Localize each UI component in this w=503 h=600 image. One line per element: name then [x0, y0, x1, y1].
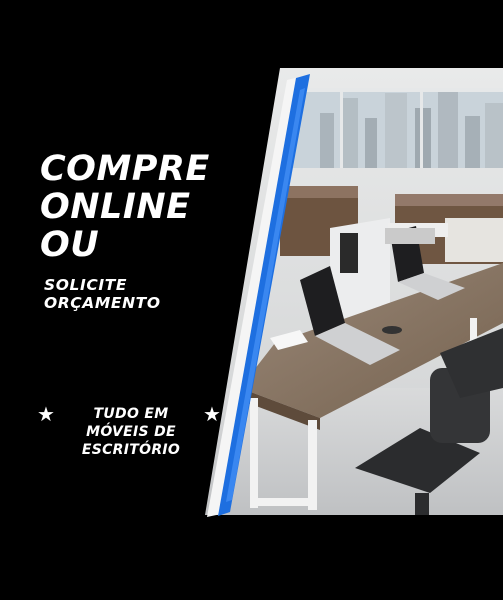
subheadline: SOLICITE ORÇAMENTO	[44, 276, 161, 312]
headline-line-3: OU	[40, 225, 100, 265]
subheadline-line-1: SOLICITE	[44, 276, 128, 294]
headline: COMPRE ONLINE OU	[40, 150, 210, 264]
headline-line-2: ONLINE	[40, 187, 191, 227]
subheadline-line-2: ORÇAMENTO	[44, 294, 161, 312]
tagline: TUDO EM MÓVEIS DE ESCRITÓRIO	[66, 405, 196, 459]
tagline-line-3: ESCRITÓRIO	[81, 442, 181, 458]
star-icon: ★	[203, 402, 221, 426]
headline-line-1: COMPRE	[40, 149, 210, 189]
star-icon: ★	[37, 402, 55, 426]
tagline-line-1: TUDO EM	[93, 406, 169, 422]
tagline-line-2: MÓVEIS DE	[86, 424, 176, 440]
